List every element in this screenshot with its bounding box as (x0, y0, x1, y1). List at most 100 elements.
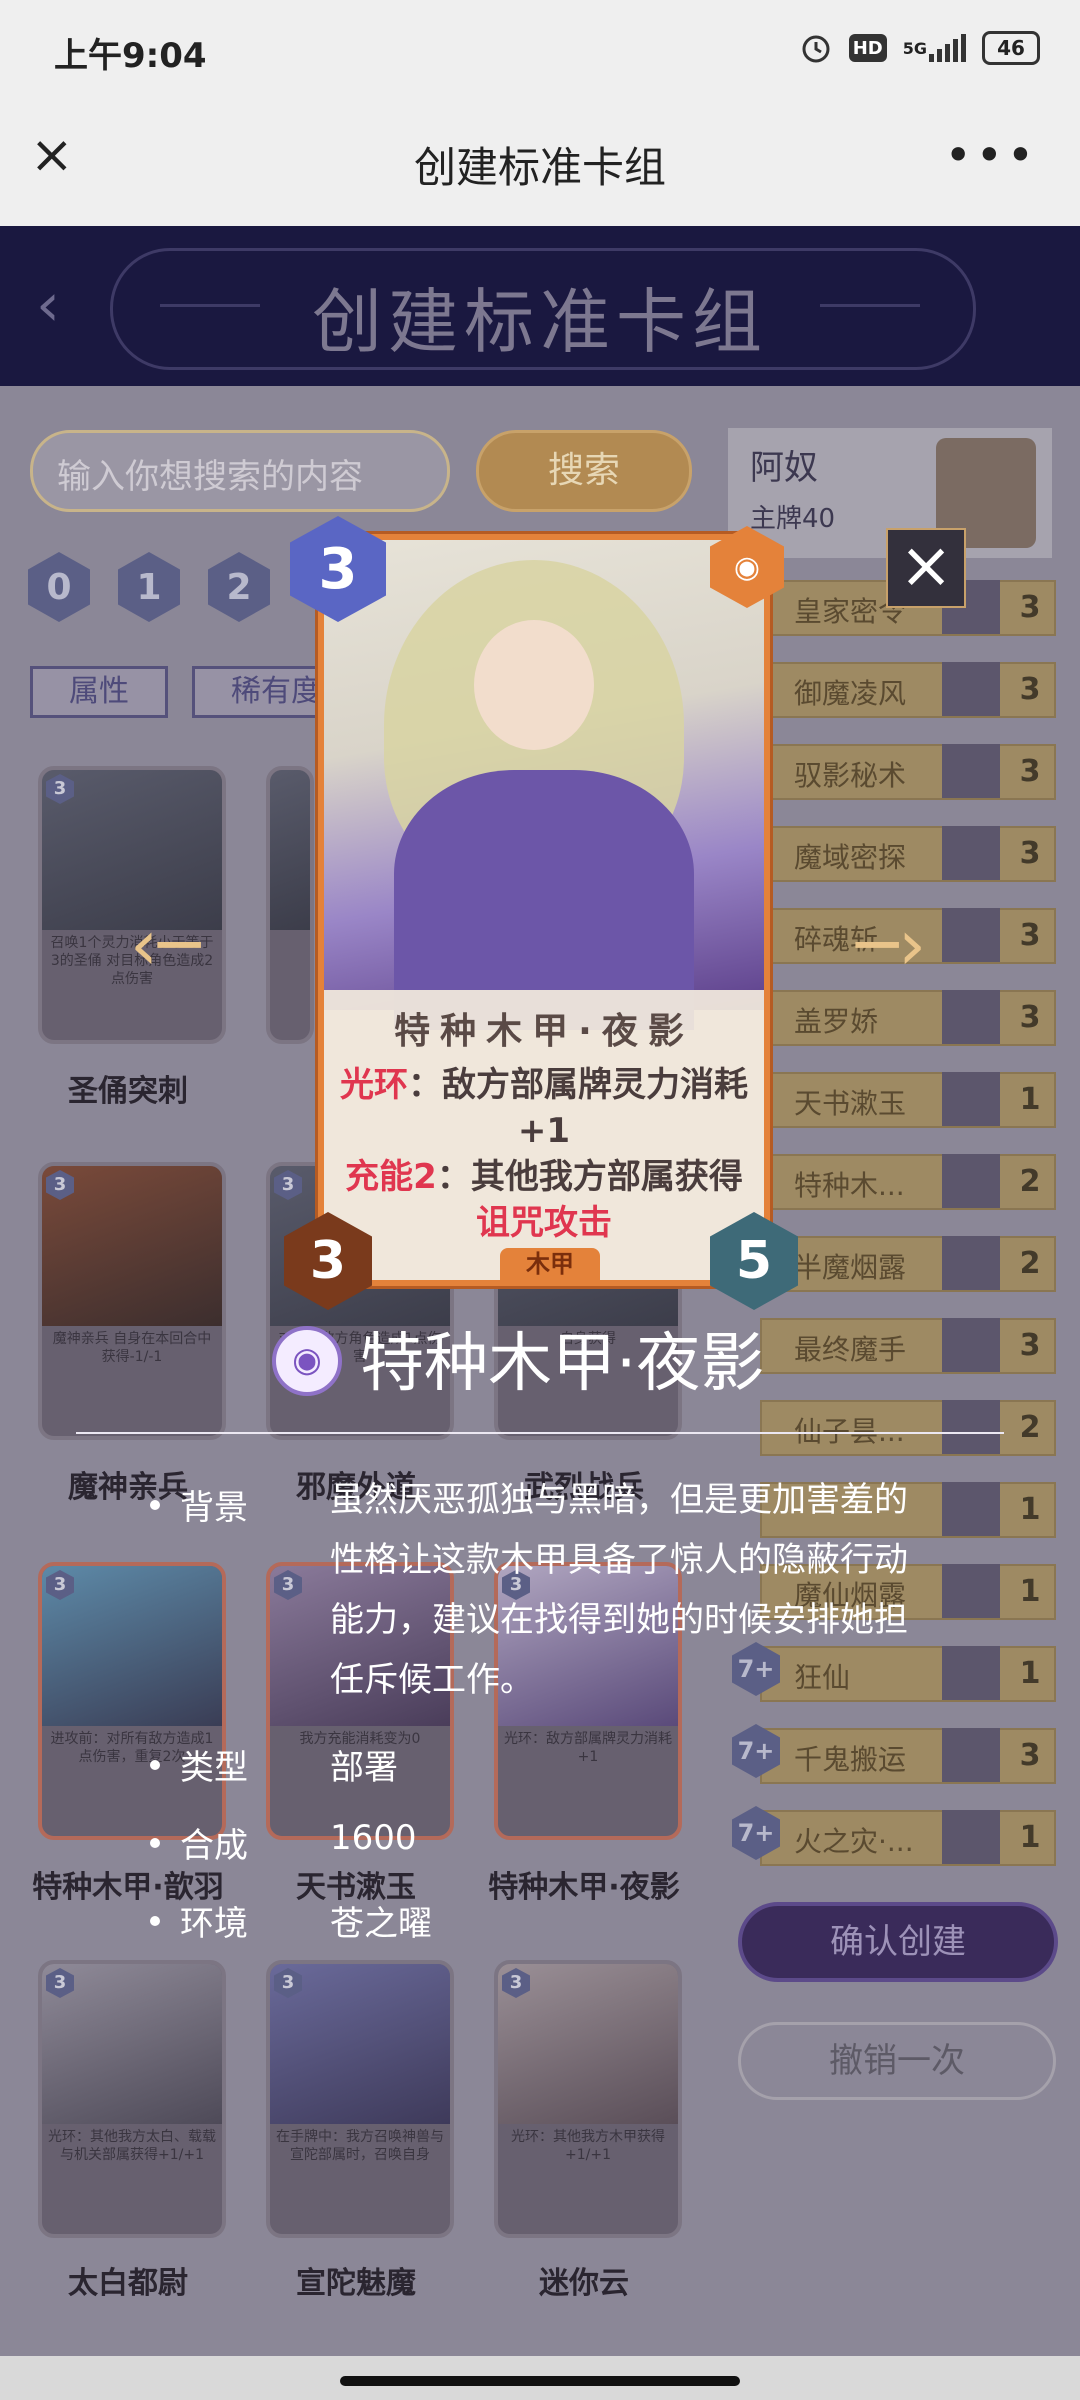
deck-row[interactable]: 驭影秘术 3 (760, 744, 1056, 800)
value-type: 部署 (330, 1748, 398, 1788)
faction-emblem-icon: ◉ (272, 1326, 342, 1396)
deck-row[interactable]: 天书漱玉 1 (760, 1072, 1056, 1128)
filter-attribute[interactable]: 属性 (30, 666, 168, 718)
card-detail-art (324, 540, 764, 1030)
card-detail-large: 特种木甲·夜影 光环：敌方部属牌灵力消耗+1 充能2：其他我方部属获得诅咒攻击 … (318, 534, 770, 1286)
card-detail-name: 特种木甲·夜影 (394, 1011, 694, 1052)
hd-icon: HD (848, 34, 887, 62)
status-bar: 上午9:04 HD 5G 46 (0, 0, 1080, 100)
deck-card-name: 御魔凌风 (794, 677, 907, 710)
cost-filter-1[interactable]: 1 (118, 552, 180, 622)
deck-row[interactable]: 半魔烟露 2 (760, 1236, 1056, 1292)
card-text: 魔神亲兵 自身在本回合中获得-1/-1 (52, 1331, 212, 1365)
deck-card-qty: 1 (1019, 1082, 1041, 1117)
card-type-tag: 木甲 (500, 1248, 600, 1280)
deck-card-qty: 1 (1019, 1820, 1041, 1855)
label-compose: 合成 (180, 1826, 248, 1866)
deck-card-thumb (942, 1318, 1000, 1372)
card-text: 光环：敌方部属牌灵力消耗+1 (504, 1731, 672, 1765)
deck-card-qty: 3 (1019, 1738, 1041, 1773)
deck-card-qty: 3 (1019, 590, 1041, 625)
deck-card-qty: 3 (1019, 672, 1041, 707)
deck-card-qty: 3 (1019, 754, 1041, 789)
card-tile[interactable]: 3 光环：其他我方太白、载载与机关部属获得+1/+1 (38, 1960, 226, 2238)
deck-card-qty: 1 (1019, 1656, 1041, 1691)
home-indicator[interactable] (340, 2376, 740, 2386)
close-detail-icon[interactable]: × (886, 528, 966, 608)
deck-card-thumb (942, 744, 1000, 798)
status-time: 上午9:04 (54, 36, 207, 76)
effect-1-keyword: 光环 (340, 1065, 408, 1105)
hero-subtitle: 主牌40 (750, 504, 836, 534)
deck-card-qty: 1 (1019, 1492, 1041, 1527)
card-text: 光环：其他我方木甲获得+1/+1 (511, 2129, 665, 2163)
deck-card-qty: 2 (1019, 1410, 1041, 1445)
cost-filter-row: 0 1 2 (28, 552, 270, 622)
deck-card-name: 半魔烟露 (794, 1251, 907, 1284)
card-text: 光环：其他我方太白、载载与机关部属获得+1/+1 (48, 2129, 216, 2163)
previous-card-arrow-icon[interactable]: ‹─ (130, 904, 200, 986)
card-background-text: 虽然厌恶孤独与黑暗，但是更加害羞的性格让这款木甲具备了惊人的隐蔽行动能力，建议在… (330, 1480, 908, 1700)
card-text: 在手牌中：我方召唤神兽与宣陀部属时，召唤自身 (276, 2129, 444, 2163)
deck-card-qty: 3 (1019, 918, 1041, 953)
search-placeholder: 输入你想搜索的内容 (57, 457, 363, 497)
search-button[interactable]: 搜索 (476, 430, 692, 512)
deck-card-qty: 3 (1019, 1328, 1041, 1363)
deck-card-thumb (942, 1728, 1000, 1782)
undo-button[interactable]: 撤销一次 (738, 2022, 1056, 2100)
card-detail-title: 特种木甲·夜影 (360, 1327, 765, 1401)
confirm-create-button[interactable]: 确认创建 (738, 1902, 1058, 1982)
effect-2-text: ：其他我方部属获得 (436, 1157, 743, 1197)
value-environment: 苍之曜 (330, 1904, 432, 1944)
deck-row[interactable]: 火之灾·... 1 (760, 1810, 1056, 1866)
attribute-filter-row: 属性 稀有度 (30, 666, 360, 718)
card-tile[interactable]: 3 在手牌中：我方召唤神兽与宣陀部属时，召唤自身 (266, 1960, 454, 2238)
deck-row[interactable]: 盖罗娇 3 (760, 990, 1056, 1046)
deck-card-thumb (942, 826, 1000, 880)
game-header: ‹ 创建标准卡组 (0, 226, 1080, 386)
card-tile[interactable]: 3 进攻前：对所有敌方造成1点伤害，重复2次 (38, 1562, 226, 1840)
card-name: 特种木甲·夜影 (488, 1870, 680, 1905)
deck-row[interactable]: 千鬼搬运 3 (760, 1728, 1056, 1784)
deck-card-name: 火之灾·... (794, 1825, 914, 1858)
deck-row[interactable]: 魔域密探 3 (760, 826, 1056, 882)
deck-row[interactable]: 仙子昙... 2 (760, 1400, 1056, 1456)
card-effect-1: 光环：敌方部属牌灵力消耗+1 (334, 1062, 754, 1154)
card-tile[interactable]: 3 光环：其他我方木甲获得+1/+1 (494, 1960, 682, 2238)
card-name: 太白都尉 (68, 2266, 188, 2301)
deck-row[interactable]: 特种木... 2 (760, 1154, 1056, 1210)
next-card-arrow-icon[interactable]: ─› (856, 904, 926, 986)
detail-divider (76, 1432, 1004, 1434)
more-icon[interactable]: ••• (945, 128, 1038, 182)
deck-card-thumb (942, 1810, 1000, 1864)
status-icons: HD 5G 46 (799, 26, 1040, 70)
game-title: 创建标准卡组 (312, 281, 768, 363)
search-input[interactable]: 输入你想搜索的内容 (30, 430, 450, 512)
deck-card-name: 天书漱玉 (794, 1087, 907, 1120)
deck-card-qty: 2 (1019, 1246, 1041, 1281)
deck-card-name: 最终魔手 (794, 1333, 907, 1366)
bullet (150, 1916, 160, 1926)
deck-row[interactable]: 御魔凌风 3 (760, 662, 1056, 718)
deck-card-thumb (942, 1400, 1000, 1454)
card-name: 迷你云 (539, 2266, 629, 2301)
card-tile[interactable]: 3 魔神亲兵 自身在本回合中获得-1/-1 (38, 1162, 226, 1440)
bullet (150, 1500, 160, 1510)
deck-card-qty: 1 (1019, 1574, 1041, 1609)
deck-card-name: 驭影秘术 (794, 759, 907, 792)
deck-row[interactable]: 最终魔手 3 (760, 1318, 1056, 1374)
network-label: 5G (902, 38, 927, 58)
card-art (270, 770, 310, 930)
cost-filter-2[interactable]: 2 (208, 552, 270, 622)
cost-filter-0[interactable]: 0 (28, 552, 90, 622)
deck-card-thumb (942, 1072, 1000, 1126)
deck-card-name: 仙子昙... (794, 1415, 905, 1448)
effect-2-tail: 诅咒攻击 (476, 1203, 612, 1243)
bullet (150, 1838, 160, 1848)
card-tile[interactable] (266, 766, 314, 1044)
deck-card-thumb (942, 990, 1000, 1044)
nav-title: 创建标准卡组 (413, 143, 666, 192)
deck-card-thumb (942, 662, 1000, 716)
deck-card-name: 盖罗娇 (794, 1005, 879, 1038)
deck-card-name: 千鬼搬运 (794, 1743, 907, 1776)
